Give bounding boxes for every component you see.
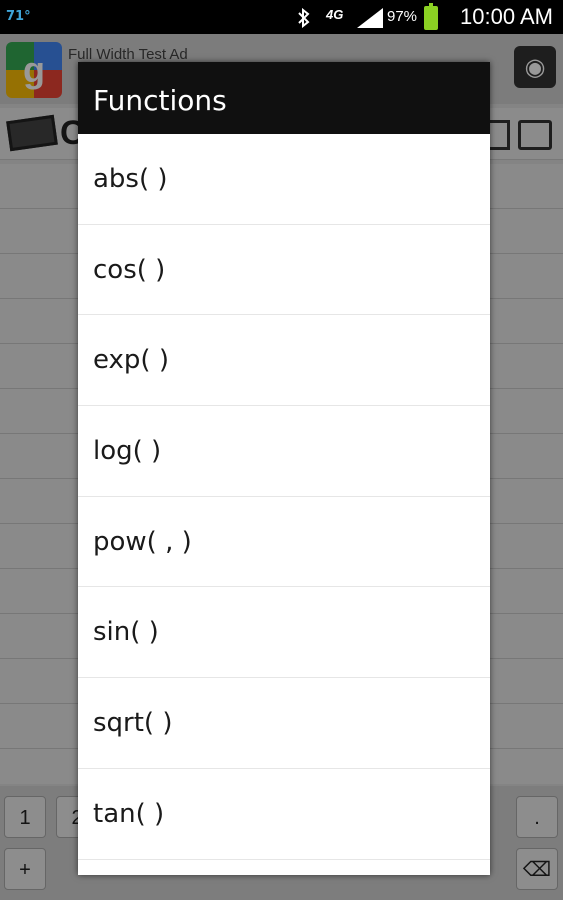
function-label: exp( ) <box>93 345 169 376</box>
battery-icon <box>424 3 438 30</box>
network-type-indicator: 4G <box>326 7 344 22</box>
function-label: tan( ) <box>93 798 165 829</box>
bluetooth-icon <box>296 7 312 32</box>
signal-icon <box>357 8 383 32</box>
function-label: pow( , ) <box>93 526 192 557</box>
temperature-indicator: 71° <box>6 9 31 24</box>
dialog-header: Functions <box>78 62 490 134</box>
function-item-sqrt[interactable]: sqrt( ) <box>78 678 490 769</box>
clock: 10:00 AM <box>460 4 553 29</box>
function-list: abs( ) cos( ) exp( ) log( ) pow( , ) sin… <box>78 134 490 875</box>
functions-dialog: Functions abs( ) cos( ) exp( ) log( ) po… <box>78 62 490 875</box>
function-label: sqrt( ) <box>93 708 173 739</box>
function-item-abs[interactable]: abs( ) <box>78 134 490 225</box>
function-item-cos[interactable]: cos( ) <box>78 225 490 316</box>
function-label: abs( ) <box>93 164 168 194</box>
function-item-log[interactable]: log( ) <box>78 406 490 497</box>
function-label: log( ) <box>93 436 162 467</box>
function-item-sin[interactable]: sin( ) <box>78 587 490 679</box>
function-item-tan[interactable]: tan( ) <box>78 769 490 860</box>
dialog-title: Functions <box>93 84 227 117</box>
function-item-exp[interactable]: exp( ) <box>78 315 490 407</box>
function-label: cos( ) <box>93 254 166 285</box>
status-bar: 71° 4G 97% 10:00 AM <box>0 0 563 34</box>
function-label: sin( ) <box>93 617 159 648</box>
battery-percent: 97% <box>387 8 418 25</box>
function-item-pow[interactable]: pow( , ) <box>78 497 490 588</box>
